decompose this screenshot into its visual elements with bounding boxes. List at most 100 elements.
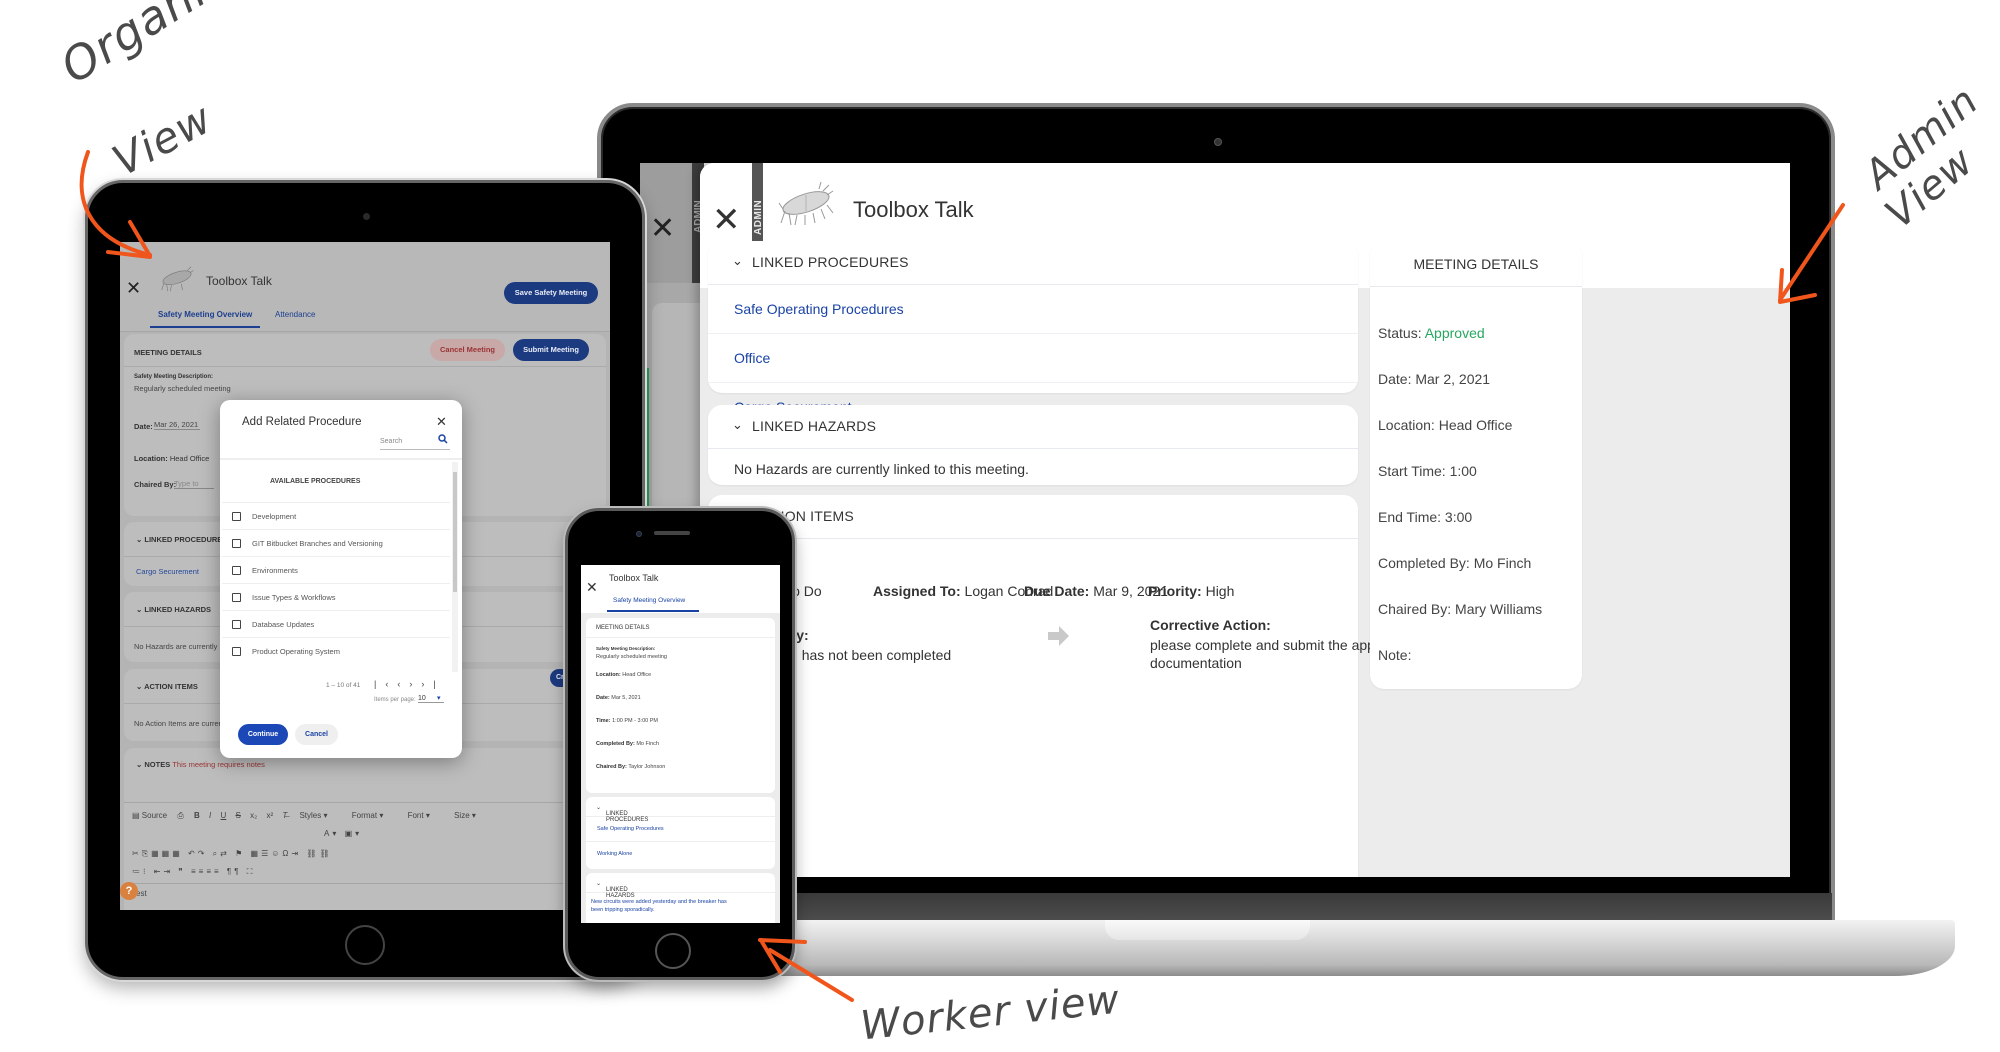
chevron-down-icon[interactable]: ⌄ <box>732 253 743 269</box>
meeting-details-card: MEETING DETAILS Status: Approved Date: M… <box>1370 241 1582 689</box>
save-safety-meeting-button[interactable]: Save Safety Meeting <box>504 282 598 304</box>
styles-dropdown[interactable]: Styles ▾ <box>299 811 327 820</box>
linked-procedure-row[interactable]: Safe Operating Procedures <box>708 285 1358 334</box>
checkbox[interactable] <box>232 647 241 656</box>
smiley-icon[interactable]: ☺ <box>271 849 282 858</box>
checkbox[interactable] <box>232 512 241 521</box>
procedure-link[interactable]: Working Alone <box>597 851 632 857</box>
subscript-icon[interactable]: x₂ <box>250 811 257 820</box>
print-icon[interactable]: ⎙ <box>177 811 183 820</box>
close-icon[interactable]: ✕ <box>126 278 141 299</box>
procedure-option-row[interactable]: Database Updates <box>222 610 450 637</box>
replace-icon[interactable]: ⇄ <box>220 849 230 858</box>
justify-icon[interactable]: ≡ <box>214 867 222 876</box>
align-left-icon[interactable]: ≡ <box>191 867 199 876</box>
procedure-row[interactable]: Working Alone <box>586 842 775 867</box>
paste-word-icon[interactable]: ▦ <box>172 849 183 858</box>
procedure-option-row[interactable]: Issue Types & Workflows <box>222 583 450 610</box>
font-dropdown[interactable]: Font ▾ <box>408 811 430 820</box>
link-icon[interactable]: ⛓ <box>306 849 319 858</box>
cut-icon[interactable]: ✂ <box>132 849 142 858</box>
checkbox[interactable] <box>232 620 241 629</box>
close-icon[interactable]: ✕ <box>712 203 741 237</box>
align-right-icon[interactable]: ≡ <box>206 867 214 876</box>
anchor-icon[interactable]: ⚑ <box>235 849 245 858</box>
chaired-by-input[interactable]: Type to <box>174 479 214 489</box>
strikethrough-icon[interactable]: S <box>236 811 241 820</box>
undo-icon[interactable]: ↶ <box>188 849 198 858</box>
tab-safety-meeting-overview[interactable]: Safety Meeting Overview <box>613 597 685 604</box>
notes-heading[interactable]: ⌄ NOTES This meeting requires notes <box>136 760 265 769</box>
meeting-location: Location: Head Office <box>1378 417 1513 433</box>
last-page-icon[interactable]: ›| <box>421 679 444 689</box>
indent-icon[interactable]: ⇥ <box>163 867 173 876</box>
linked-procedures-card: ⌄ LINKED PROCEDURES Safe Operating Proce… <box>708 241 1358 415</box>
linked-hazards-heading[interactable]: ⌄ LINKED HAZARDS <box>586 873 775 899</box>
procedure-link[interactable]: Cargo Securement <box>136 567 199 576</box>
underline-icon[interactable]: U <box>221 811 227 820</box>
procedure-link[interactable]: Office <box>734 350 770 366</box>
tab-attendance[interactable]: Attendance <box>275 310 315 319</box>
tab-safety-meeting-overview[interactable]: Safety Meeting Overview <box>158 310 252 319</box>
procedure-link[interactable]: Safe Operating Procedures <box>597 826 664 832</box>
checkbox[interactable] <box>232 593 241 602</box>
procedure-link[interactable]: Safe Operating Procedures <box>734 301 904 317</box>
hazard-link-line2[interactable]: been tripping sporadically. <box>591 907 655 913</box>
rtl-icon[interactable]: ¶ <box>234 867 241 876</box>
page-break-icon[interactable]: ⇥ <box>291 849 301 858</box>
next-page-icon[interactable]: › <box>409 679 421 689</box>
bold-icon[interactable]: B <box>194 811 200 820</box>
paste-icon[interactable]: ▦ <box>151 849 162 858</box>
close-icon[interactable]: ✕ <box>436 414 447 430</box>
table-icon[interactable]: ▦ <box>251 849 262 858</box>
blockquote-icon[interactable]: ❞ <box>178 867 185 876</box>
horizontal-rule-icon[interactable]: ☰ <box>261 849 271 858</box>
prev-page-icon[interactable]: ‹ <box>397 679 409 689</box>
clear-format-icon[interactable]: T̶ <box>282 811 287 820</box>
caret-down-icon[interactable]: ▾ <box>437 694 441 702</box>
source-button[interactable]: ▤ Source <box>132 811 167 820</box>
action-items-heading[interactable]: ⌄ ACTION ITEMS <box>136 682 198 691</box>
superscript-icon[interactable]: x² <box>266 811 273 820</box>
close-icon[interactable]: ✕ <box>586 579 598 596</box>
maximize-icon[interactable]: ⛶ <box>247 867 256 876</box>
size-dropdown[interactable]: Size ▾ <box>454 811 476 820</box>
date-input[interactable]: Mar 26, 2021 <box>154 420 200 430</box>
bulleted-list-icon[interactable]: ⁝ <box>143 867 149 876</box>
linked-procedures-heading[interactable]: ⌄ LINKED PROCEDURES <box>586 797 775 823</box>
procedure-option-row[interactable]: Environments <box>222 556 450 583</box>
copy-icon[interactable]: ⎘ <box>142 849 151 858</box>
format-dropdown[interactable]: Format ▾ <box>352 811 384 820</box>
procedure-option-row[interactable]: GIT Bitbucket Branches and Versioning <box>222 529 450 556</box>
first-page-icon[interactable]: |‹ <box>374 679 397 689</box>
numbered-list-icon[interactable]: ≔ <box>132 867 143 876</box>
italic-icon[interactable]: I <box>209 811 211 820</box>
cancel-button[interactable]: Cancel <box>295 724 338 745</box>
linked-hazards-heading[interactable]: ⌄ LINKED HAZARDS <box>136 605 211 614</box>
chevron-down-icon[interactable]: ⌄ <box>732 417 743 433</box>
paste-text-icon[interactable]: ▦ <box>162 849 173 858</box>
action-items-header[interactable]: ⌄ ACTION ITEMS <box>708 495 1358 539</box>
procedure-row[interactable]: Safe Operating Procedures <box>586 817 775 842</box>
background-close-icon[interactable]: ✕ <box>650 211 675 246</box>
background-color-icon[interactable]: ▣▾ <box>345 829 363 838</box>
scrollbar-thumb[interactable] <box>453 472 457 592</box>
linked-procedures-header[interactable]: ⌄ LINKED PROCEDURES <box>708 241 1358 285</box>
procedure-option-row[interactable]: Development <box>222 502 450 529</box>
cancel-meeting-button[interactable]: Cancel Meeting <box>430 339 505 361</box>
unlink-icon[interactable]: ⛓ <box>319 849 332 858</box>
text-color-icon[interactable]: A▾ <box>324 829 339 838</box>
procedure-option-row[interactable]: Product Operating System <box>222 637 450 664</box>
search-icon[interactable] <box>438 434 448 444</box>
checkbox[interactable] <box>232 566 241 575</box>
editor-toolbar-row-3: ✂⎘▦▦▦ ↶↷ ⌕⇄ ⚑ ▦☰☺Ω⇥ ⛓⛓ <box>132 849 333 859</box>
linked-hazards-header[interactable]: ⌄ LINKED HAZARDS <box>708 405 1358 449</box>
help-button[interactable]: ? <box>120 882 138 900</box>
linked-procedures-heading[interactable]: ⌄ LINKED PROCEDURES <box>136 535 227 544</box>
continue-button[interactable]: Continue <box>238 724 288 745</box>
hazard-link[interactable]: New circuits were added yesterday and th… <box>591 899 727 905</box>
checkbox[interactable] <box>232 539 241 548</box>
linked-procedure-row[interactable]: Office <box>708 334 1358 383</box>
redo-icon[interactable]: ↷ <box>198 849 208 858</box>
submit-meeting-button[interactable]: Submit Meeting <box>513 339 589 361</box>
